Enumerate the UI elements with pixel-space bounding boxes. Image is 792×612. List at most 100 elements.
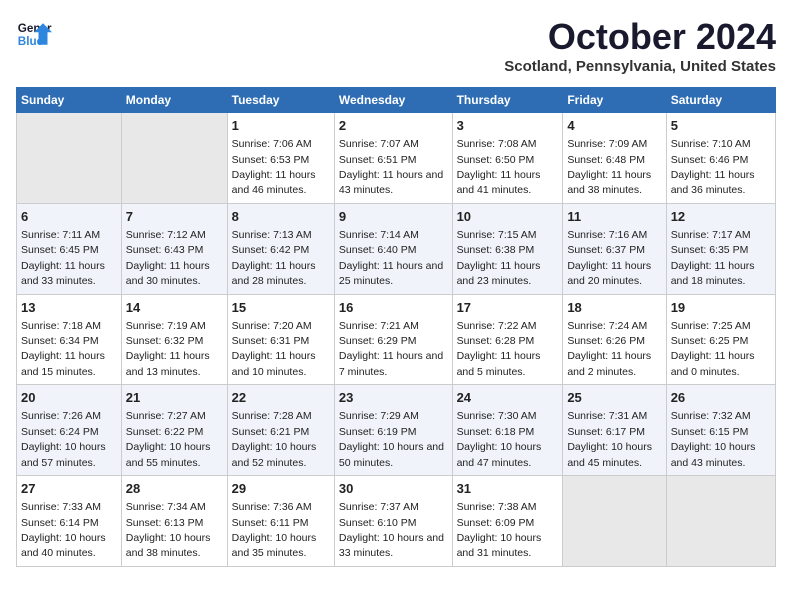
day-number: 12 [671,208,771,226]
location: Scotland, Pennsylvania, United States [504,58,776,75]
calendar-day-cell: 24 Sunrise: 7:30 AMSunset: 6:18 PMDayligh… [452,385,563,476]
day-number: 6 [21,208,117,226]
day-number: 18 [567,299,661,317]
day-number: 26 [671,389,771,407]
calendar-day-cell: 25 Sunrise: 7:31 AMSunset: 6:17 PMDayligh… [563,385,666,476]
day-info: Sunrise: 7:07 AMSunset: 6:51 PMDaylight:… [339,138,443,196]
day-number: 19 [671,299,771,317]
day-info: Sunrise: 7:24 AMSunset: 6:26 PMDaylight:… [567,320,651,378]
day-number: 2 [339,117,448,135]
calendar-day-cell: 31Sunrise: 7:38 AMSunset: 6:09 PMDayligh… [452,476,563,567]
day-number: 8 [232,208,330,226]
day-number: 16 [339,299,448,317]
calendar-day-cell: 1Sunrise: 7:06 AMSunset: 6:53 PMDaylight… [227,113,334,204]
day-info: Sunrise: 7:16 AMSunset: 6:37 PMDaylight:… [567,229,651,287]
day-number: 3 [457,117,559,135]
calendar-day-cell: 16 Sunrise: 7:21 AMSunset: 6:29 PMDayligh… [334,294,452,385]
day-info: Sunrise: 7:21 AMSunset: 6:29 PMDaylight:… [339,320,443,378]
day-info: Sunrise: 7:29 AMSunset: 6:19 PMDaylight:… [339,410,444,468]
weekday-header: Saturday [666,88,775,113]
day-number: 27 [21,480,117,498]
calendar-week-row: 20 Sunrise: 7:26 AMSunset: 6:24 PMDayligh… [17,385,776,476]
calendar-day-cell: 26 Sunrise: 7:32 AMSunset: 6:15 PMDayligh… [666,385,775,476]
day-info: Sunrise: 7:27 AMSunset: 6:22 PMDaylight:… [126,410,211,468]
calendar-day-cell: 23 Sunrise: 7:29 AMSunset: 6:19 PMDayligh… [334,385,452,476]
calendar-week-row: 6Sunrise: 7:11 AMSunset: 6:45 PMDaylight… [17,203,776,294]
calendar-day-cell: 14Sunrise: 7:19 AMSunset: 6:32 PMDayligh… [121,294,227,385]
day-number: 29 [232,480,330,498]
day-info: Sunrise: 7:28 AMSunset: 6:21 PMDaylight:… [232,410,317,468]
day-number: 9 [339,208,448,226]
day-info: Sunrise: 7:22 AMSunset: 6:28 PMDaylight:… [457,320,541,378]
day-number: 28 [126,480,223,498]
weekday-header: Thursday [452,88,563,113]
day-number: 23 [339,389,448,407]
weekday-header: Sunday [17,88,122,113]
calendar-week-row: 1Sunrise: 7:06 AMSunset: 6:53 PMDaylight… [17,113,776,204]
calendar-day-cell: 9 Sunrise: 7:14 AMSunset: 6:40 PMDaylight… [334,203,452,294]
day-info: Sunrise: 7:12 AMSunset: 6:43 PMDaylight:… [126,229,210,287]
calendar-day-cell: 8Sunrise: 7:13 AMSunset: 6:42 PMDaylight… [227,203,334,294]
day-info: Sunrise: 7:20 AMSunset: 6:31 PMDaylight:… [232,320,316,378]
calendar-day-cell [121,113,227,204]
calendar-day-cell: 29 Sunrise: 7:36 AMSunset: 6:11 PMDayligh… [227,476,334,567]
calendar-header-row: SundayMondayTuesdayWednesdayThursdayFrid… [17,88,776,113]
day-info: Sunrise: 7:33 AMSunset: 6:14 PMDaylight:… [21,501,106,559]
day-number: 11 [567,208,661,226]
title-block: October 2024 Scotland, Pennsylvania, Uni… [504,16,776,75]
weekday-header: Wednesday [334,88,452,113]
calendar-day-cell: 3Sunrise: 7:08 AMSunset: 6:50 PMDaylight… [452,113,563,204]
calendar-day-cell [563,476,666,567]
day-info: Sunrise: 7:31 AMSunset: 6:17 PMDaylight:… [567,410,652,468]
day-number: 24 [457,389,559,407]
calendar-day-cell: 5 Sunrise: 7:10 AMSunset: 6:46 PMDaylight… [666,113,775,204]
calendar-day-cell [17,113,122,204]
day-number: 20 [21,389,117,407]
day-info: Sunrise: 7:38 AMSunset: 6:09 PMDaylight:… [457,501,542,559]
calendar-day-cell: 21 Sunrise: 7:27 AMSunset: 6:22 PMDayligh… [121,385,227,476]
day-info: Sunrise: 7:25 AMSunset: 6:25 PMDaylight:… [671,320,755,378]
weekday-header: Monday [121,88,227,113]
weekday-header: Tuesday [227,88,334,113]
calendar-week-row: 13Sunrise: 7:18 AMSunset: 6:34 PMDayligh… [17,294,776,385]
day-info: Sunrise: 7:18 AMSunset: 6:34 PMDaylight:… [21,320,105,378]
day-info: Sunrise: 7:10 AMSunset: 6:46 PMDaylight:… [671,138,755,196]
day-info: Sunrise: 7:06 AMSunset: 6:53 PMDaylight:… [232,138,316,196]
day-info: Sunrise: 7:36 AMSunset: 6:11 PMDaylight:… [232,501,317,559]
day-info: Sunrise: 7:37 AMSunset: 6:10 PMDaylight:… [339,501,444,559]
day-number: 5 [671,117,771,135]
calendar-day-cell: 30 Sunrise: 7:37 AMSunset: 6:10 PMDayligh… [334,476,452,567]
calendar-day-cell: 4 Sunrise: 7:09 AMSunset: 6:48 PMDaylight… [563,113,666,204]
day-number: 14 [126,299,223,317]
calendar-day-cell: 27 Sunrise: 7:33 AMSunset: 6:14 PMDayligh… [17,476,122,567]
calendar-day-cell: 7Sunrise: 7:12 AMSunset: 6:43 PMDaylight… [121,203,227,294]
logo-icon: General Blue [16,16,52,52]
day-number: 21 [126,389,223,407]
day-info: Sunrise: 7:09 AMSunset: 6:48 PMDaylight:… [567,138,651,196]
calendar-day-cell: 15Sunrise: 7:20 AMSunset: 6:31 PMDayligh… [227,294,334,385]
day-info: Sunrise: 7:34 AMSunset: 6:13 PMDaylight:… [126,501,211,559]
calendar-day-cell: 12 Sunrise: 7:17 AMSunset: 6:35 PMDayligh… [666,203,775,294]
day-info: Sunrise: 7:15 AMSunset: 6:38 PMDaylight:… [457,229,541,287]
month-title: October 2024 [504,16,776,58]
day-number: 25 [567,389,661,407]
calendar-day-cell: 2 Sunrise: 7:07 AMSunset: 6:51 PMDaylight… [334,113,452,204]
calendar-day-cell: 28 Sunrise: 7:34 AMSunset: 6:13 PMDayligh… [121,476,227,567]
day-number: 4 [567,117,661,135]
day-info: Sunrise: 7:17 AMSunset: 6:35 PMDaylight:… [671,229,755,287]
day-info: Sunrise: 7:30 AMSunset: 6:18 PMDaylight:… [457,410,542,468]
calendar-week-row: 27 Sunrise: 7:33 AMSunset: 6:14 PMDayligh… [17,476,776,567]
calendar-day-cell: 20 Sunrise: 7:26 AMSunset: 6:24 PMDayligh… [17,385,122,476]
day-info: Sunrise: 7:26 AMSunset: 6:24 PMDaylight:… [21,410,106,468]
calendar-day-cell: 19 Sunrise: 7:25 AMSunset: 6:25 PMDayligh… [666,294,775,385]
calendar-day-cell: 13Sunrise: 7:18 AMSunset: 6:34 PMDayligh… [17,294,122,385]
calendar-table: SundayMondayTuesdayWednesdayThursdayFrid… [16,87,776,567]
calendar-day-cell: 22Sunrise: 7:28 AMSunset: 6:21 PMDayligh… [227,385,334,476]
day-info: Sunrise: 7:32 AMSunset: 6:15 PMDaylight:… [671,410,756,468]
day-info: Sunrise: 7:14 AMSunset: 6:40 PMDaylight:… [339,229,443,287]
day-number: 10 [457,208,559,226]
weekday-header: Friday [563,88,666,113]
calendar-day-cell: 11 Sunrise: 7:16 AMSunset: 6:37 PMDayligh… [563,203,666,294]
day-number: 30 [339,480,448,498]
day-number: 17 [457,299,559,317]
